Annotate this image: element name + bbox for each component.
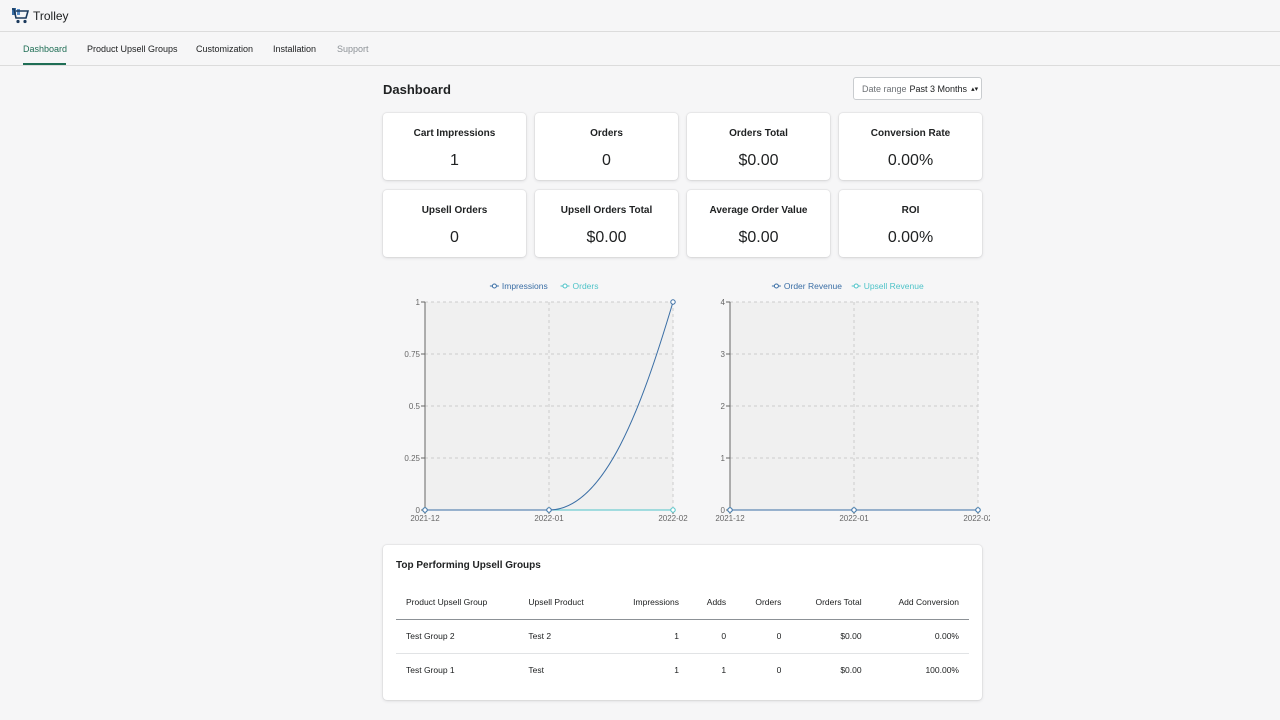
column-header: Orders Total [791,585,872,620]
data-point [422,507,428,513]
stat-value: $0.00 [586,229,627,246]
table-cell: 1 [721,665,727,676]
stat-value: 0.00% [887,229,934,246]
stat-card-roi: ROI 0.00% [839,190,982,257]
page-title: Dashboard [383,82,451,97]
stat-label: Upsell Orders [421,205,488,216]
stat-label: ROI [901,205,920,216]
x-tick-label: 2022-01 [839,514,869,523]
tab-installation[interactable]: Installation [273,44,316,54]
table-row: Test Group 2 Test 2 1 0 0 $0.00 0.00% [396,619,969,654]
table-cell: 0 [776,665,782,676]
y-tick-label: 4 [721,298,726,307]
stat-value: 0 [450,229,459,246]
stat-label: Average Order Value [709,205,808,216]
table-cell: 0 [736,619,792,654]
top-upsell-groups-card: Top Performing Upsell Groups Product Ups… [383,545,982,700]
data-point [851,507,857,513]
table-cell: $0.00 [791,619,872,654]
stat-label: Conversion Rate [870,128,951,139]
stat-card-cart-impressions: Cart Impressions 1 [383,113,526,180]
y-tick-label: 0.5 [409,402,421,411]
shopping-cart-icon [12,7,29,23]
tab-customization[interactable]: Customization [196,44,253,54]
data-point [670,299,676,305]
stat-card-upsell-orders: Upsell Orders 0 [383,190,526,257]
stat-card-conversion-rate: Conversion Rate 0.00% [839,113,982,180]
stat-label: Orders Total [729,128,788,139]
tab-dashboard[interactable]: Dashboard [23,44,67,54]
x-tick-label: 2021-12 [715,514,745,523]
table-cell: Test 2 [518,619,614,654]
stat-card-orders-total: Orders Total $0.00 [687,113,830,180]
table-cell: 1 [613,619,689,654]
table-header-row: Product Upsell Group Upsell Product Impr… [396,585,969,620]
x-tick-label: 2021-12 [410,514,440,523]
select-arrows-icon: ▴▾ [971,85,979,93]
legend-marker [773,283,779,289]
y-tick-label: 2 [721,402,726,411]
legend-marker [491,283,497,289]
date-range-select[interactable]: Date range Past 3 Months ▴▾ [853,77,982,100]
legend-label: Impressions [502,281,548,291]
stat-label: Upsell Orders Total [560,205,653,216]
column-header: Impressions [613,585,689,620]
y-tick-label: 3 [721,350,726,359]
column-header: Orders [736,585,792,620]
stat-value: 0.00% [887,152,934,169]
y-tick-label: 0.75 [404,350,420,359]
legend-marker [853,283,859,289]
tab-support[interactable]: Support [337,44,369,54]
stat-value: $0.00 [738,152,779,169]
table-cell: Test Group 1 [406,665,455,676]
tab-product-upsell-groups[interactable]: Product Upsell Groups [87,44,178,54]
legend-label: Upsell Revenue [864,281,924,291]
data-point [670,507,676,513]
legend-label: Orders [573,281,599,291]
stat-value: $0.00 [738,229,779,246]
impressions-orders-chart: 00.250.50.7512021-12 2022-01 2022-02Impres… [404,281,688,523]
table-cell: $0.00 [840,665,862,676]
column-header: Product Upsell Group [396,585,519,620]
top-bar: Trolley [0,0,1280,32]
date-range-value: Past 3 Months [909,83,968,94]
x-tick-label: 2022-02 [658,514,688,523]
table-cell: Test [528,665,545,676]
y-tick-label: 1 [416,298,421,307]
legend-marker [562,283,568,289]
stat-card-average-order-value: Average Order Value $0.00 [687,190,830,257]
stat-label: Orders [590,128,623,139]
stat-label: Cart Impressions [413,128,496,139]
main-nav: Dashboard Product Upsell Groups Customiz… [0,33,1280,66]
table-row: Test Group 1 Test 1 1 0 $0.00 100.00% [396,653,969,687]
y-tick-label: 1 [721,454,726,463]
table-cell: 0.00% [871,619,969,654]
column-header: Adds [689,585,737,620]
stat-value: 0 [602,152,611,169]
revenue-chart: 012342021-12 2022-01 2022-02Order Revenue U… [715,281,990,523]
data-point [727,507,733,513]
column-header: Add Conversion [871,585,969,620]
stat-value: 1 [450,152,459,169]
table-cell: 100.00% [925,665,959,676]
active-tab-indicator [23,63,66,65]
x-tick-label: 2022-01 [534,514,564,523]
y-tick-label: 0.25 [404,454,420,463]
table-cell: 1 [674,665,679,676]
date-range-label: Date range [862,83,907,94]
stat-card-orders: Orders 0 [535,113,678,180]
app-title: Trolley [33,8,69,23]
legend-label: Order Revenue [784,281,842,291]
table-cell: Test Group 2 [396,619,519,654]
table-cell: 0 [689,619,737,654]
column-header: Upsell Product [518,585,614,620]
upsell-groups-table: Product Upsell Group Upsell Product Impr… [396,585,969,687]
stat-card-upsell-orders-total: Upsell Orders Total $0.00 [535,190,678,257]
table-title: Top Performing Upsell Groups [396,560,541,571]
data-point [975,507,981,513]
data-point [546,507,552,513]
x-tick-label: 2022-02 [963,514,990,523]
